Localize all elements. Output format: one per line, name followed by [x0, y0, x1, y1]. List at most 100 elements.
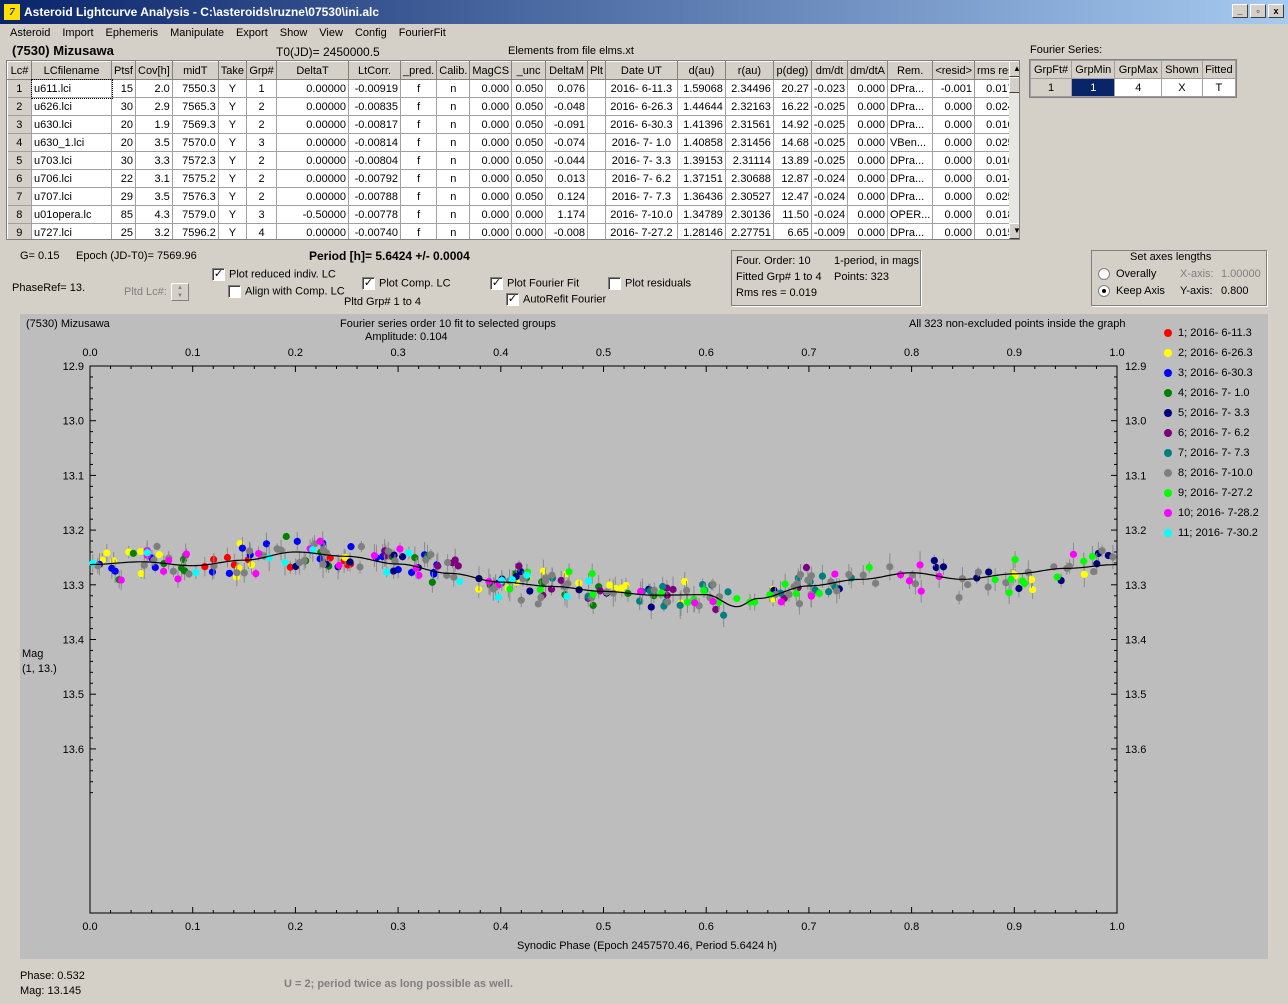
column-header[interactable]: Ptsf: [111, 61, 136, 80]
table-cell[interactable]: Y: [218, 97, 248, 116]
table-cell[interactable]: 30: [111, 151, 136, 170]
row-header[interactable]: 1: [7, 79, 32, 98]
table-cell[interactable]: 4.3: [135, 205, 173, 224]
table-cell[interactable]: -0.024: [811, 205, 849, 224]
table-cell[interactable]: 7569.3: [172, 115, 219, 134]
table-cell[interactable]: u611.lci: [30, 78, 113, 99]
column-header[interactable]: dm/dtA: [847, 61, 888, 80]
column-header[interactable]: _unc: [511, 61, 547, 80]
plot-reduced-checkbox[interactable]: ✓ Plot reduced indiv. LC: [212, 268, 336, 281]
table-cell[interactable]: 3.2: [135, 223, 173, 239]
table-row[interactable]: 7 u707.lci 29 3.5 7576.3 Y 2 0.00000 -0.00788 f n 0…: [7, 187, 1017, 206]
scroll-thumb[interactable]: [1009, 77, 1019, 93]
table-cell[interactable]: 1.44644: [677, 97, 726, 116]
table-cell[interactable]: 1.37151: [677, 169, 726, 188]
table-cell[interactable]: 0.00000: [276, 169, 350, 188]
table-cell[interactable]: [587, 115, 606, 134]
table-cell[interactable]: 2.0: [135, 79, 173, 98]
minimize-button[interactable]: _: [1232, 4, 1248, 18]
column-header[interactable]: _pred.: [400, 61, 438, 80]
table-cell[interactable]: 0.000: [469, 133, 513, 152]
table-row[interactable]: 1 u611.lci 15 2.0 7550.3 Y 1 0.00000 -0.00919 f n 0…: [7, 78, 1017, 99]
table-cell[interactable]: 0.00000: [276, 97, 350, 116]
table-cell[interactable]: -0.025: [811, 115, 849, 134]
table-cell[interactable]: 7579.0: [172, 205, 219, 224]
table-cell[interactable]: Y: [218, 205, 248, 224]
table-cell[interactable]: [587, 151, 606, 170]
table-cell[interactable]: 22: [111, 169, 136, 188]
table-cell[interactable]: 25: [111, 223, 136, 239]
table-row[interactable]: 9 u727.lci 25 3.2 7596.2 Y 4 0.00000 -0.00740 f n 0…: [7, 223, 1017, 239]
table-cell[interactable]: VBen...: [887, 133, 934, 152]
scroll-up-icon[interactable]: ▲: [1009, 61, 1019, 77]
table-cell[interactable]: -0.00817: [348, 115, 402, 134]
fourier-cell-grpmin[interactable]: 1: [1071, 78, 1116, 97]
table-cell[interactable]: 7596.2: [172, 223, 219, 239]
table-cell[interactable]: 0.000: [932, 97, 976, 116]
table-cell[interactable]: -0.009: [811, 223, 849, 239]
table-cell[interactable]: 0.000: [847, 223, 888, 239]
table-cell[interactable]: 2016- 7- 7.3: [605, 187, 678, 206]
column-header[interactable]: Take: [217, 61, 248, 80]
table-cell[interactable]: 0.000: [847, 115, 888, 134]
column-header[interactable]: p(deg): [772, 61, 812, 80]
table-cell[interactable]: Y: [218, 223, 248, 239]
table-cell[interactable]: 0.000: [469, 223, 513, 239]
table-cell[interactable]: f: [400, 205, 438, 224]
table-cell[interactable]: 0.00000: [276, 223, 350, 239]
table-cell[interactable]: 0.000: [511, 205, 547, 224]
column-header[interactable]: LtCorr.: [348, 61, 402, 80]
table-cell[interactable]: DPra...: [887, 79, 934, 98]
table-cell[interactable]: 2016- 7- 3.3: [605, 151, 678, 170]
table-cell[interactable]: 1.59068: [677, 79, 726, 98]
menu-import[interactable]: Import: [56, 27, 99, 39]
table-cell[interactable]: 0.013: [545, 169, 589, 188]
spin-down-icon[interactable]: ▼: [172, 292, 188, 300]
table-cell[interactable]: 0.00000: [276, 151, 350, 170]
table-cell[interactable]: [587, 133, 606, 152]
table-cell[interactable]: 2: [246, 169, 278, 188]
table-cell[interactable]: 11.50: [773, 205, 812, 224]
table-cell[interactable]: 20: [111, 115, 136, 134]
radio-on-icon[interactable]: [1098, 285, 1110, 298]
table-cell[interactable]: 0.000: [469, 79, 513, 98]
table-cell[interactable]: 12.87: [773, 169, 812, 188]
table-cell[interactable]: 0.076: [545, 79, 589, 98]
table-cell[interactable]: 7576.3: [172, 187, 219, 206]
check-icon[interactable]: ✓: [490, 277, 503, 290]
overall-radio[interactable]: Overally: [1098, 268, 1156, 281]
table-cell[interactable]: 0.000: [469, 115, 513, 134]
table-cell[interactable]: 7572.3: [172, 151, 219, 170]
table-cell[interactable]: 2: [246, 187, 278, 206]
table-cell[interactable]: 85: [111, 205, 136, 224]
table-cell[interactable]: 0.000: [932, 133, 976, 152]
table-cell[interactable]: 0.00000: [276, 133, 350, 152]
scroll-down-icon[interactable]: ▼: [1009, 223, 1019, 239]
maximize-button[interactable]: ▫: [1250, 4, 1266, 18]
uncheck-icon[interactable]: [608, 277, 621, 290]
table-cell[interactable]: 0.050: [511, 151, 547, 170]
table-cell[interactable]: u706.lci: [31, 169, 112, 188]
table-cell[interactable]: 0.050: [511, 115, 547, 134]
table-cell[interactable]: -0.025: [811, 133, 849, 152]
table-cell[interactable]: 14.68: [773, 133, 812, 152]
table-cell[interactable]: f: [400, 169, 438, 188]
column-header[interactable]: DeltaM: [545, 61, 589, 80]
table-cell[interactable]: 7575.2: [172, 169, 219, 188]
spin-up-icon[interactable]: ▲: [172, 284, 188, 292]
row-header[interactable]: 2: [7, 97, 32, 116]
table-cell[interactable]: 2.9: [135, 97, 173, 116]
menu-export[interactable]: Export: [230, 27, 274, 39]
table-row[interactable]: 4 u630_1.lci 20 3.5 7570.0 Y 3 0.00000 -0.00814 f…: [7, 133, 1017, 152]
column-header[interactable]: r(au): [724, 61, 774, 80]
table-row[interactable]: 3 u630.lci 20 1.9 7569.3 Y 2 0.00000 -0.00817 f n 0…: [7, 115, 1017, 134]
table-cell[interactable]: 20: [111, 133, 136, 152]
table-cell[interactable]: n: [436, 187, 471, 206]
table-cell[interactable]: 2.31114: [725, 151, 774, 170]
table-cell[interactable]: 2016- 6-26.3: [605, 97, 678, 116]
table-cell[interactable]: 7565.3: [172, 97, 219, 116]
table-cell[interactable]: 2.30688: [725, 169, 774, 188]
table-cell[interactable]: 1.174: [545, 205, 589, 224]
row-header[interactable]: 4: [7, 133, 32, 152]
table-cell[interactable]: 0.000: [932, 187, 976, 206]
